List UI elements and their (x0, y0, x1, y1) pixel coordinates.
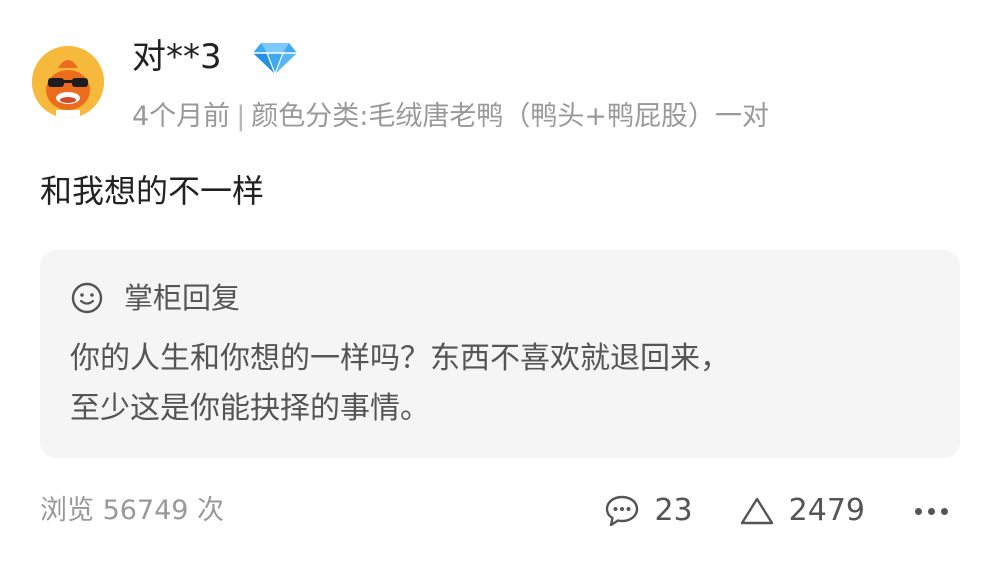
comment-meta: 4个月前 | 颜色分类:毛绒唐老鸭（鸭头+鸭屁股）一对 (132, 98, 769, 136)
reply-text: 你的人生和你想的一样吗？东西不喜欢就退回来， 至少这是你能抉择的事情。 (70, 334, 940, 434)
meta-separator: | (236, 101, 246, 132)
comment-text: 和我想的不一样 (40, 172, 265, 210)
triangle-up-icon (740, 497, 773, 525)
comment-actions: 23 2479 (604, 490, 948, 532)
cartoon-duck-avatar-icon (32, 46, 104, 118)
reply-line: 至少这是你能抉择的事情。 (70, 391, 430, 426)
avatar[interactable] (32, 46, 104, 118)
diamond-icon (253, 43, 297, 76)
smile-face-icon (71, 282, 103, 314)
product-variant: 颜色分类:毛绒唐老鸭（鸭头+鸭屁股）一对 (251, 101, 770, 132)
reply-title: 掌柜回复 (124, 281, 241, 315)
username[interactable]: 对**3 (132, 34, 222, 80)
comment-count: 23 (654, 493, 693, 528)
chat-bubble-icon (606, 495, 639, 527)
reply-header: 掌柜回复 (70, 278, 240, 318)
seller-reply-box: 掌柜回复 你的人生和你想的一样吗？东西不喜欢就退回来， 至少这是你能抉择的事情。 (40, 250, 960, 458)
like-count: 2479 (788, 493, 865, 528)
reply-line: 你的人生和你想的一样吗？东西不喜欢就退回来， (70, 341, 730, 376)
comment-button[interactable]: 23 (604, 490, 693, 532)
more-dots-icon[interactable] (915, 490, 948, 532)
comment-time: 4个月前 (132, 101, 231, 132)
like-button[interactable]: 2479 (739, 490, 865, 532)
view-count: 浏览 56749 次 (40, 495, 225, 526)
